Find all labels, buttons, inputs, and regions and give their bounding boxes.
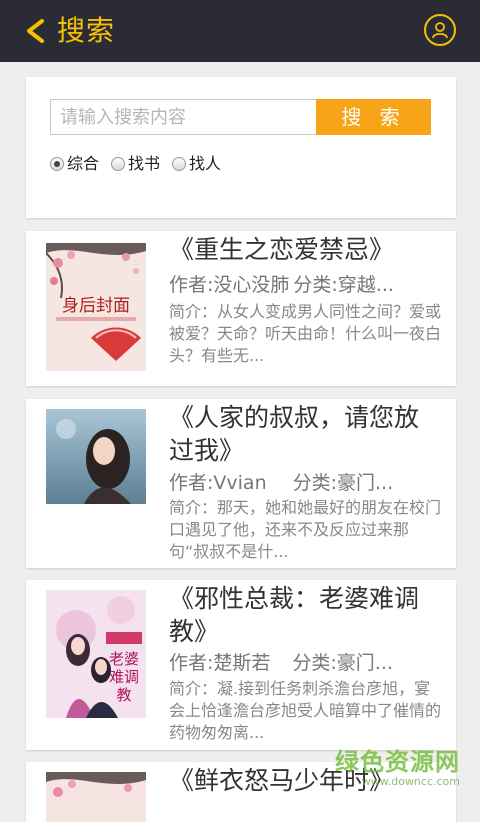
book-meta: 作者:没心没肺 分类:穿越... bbox=[169, 272, 445, 298]
book-description: 简介：从女人变成男人同性之间？爱或被爱？天命？听天由命！什么叫一夜白头？有些无.… bbox=[169, 302, 442, 365]
search-panel: 搜 索 综合 找书 找人 bbox=[26, 77, 456, 218]
radio-unchecked-icon bbox=[111, 157, 126, 171]
search-button[interactable]: 搜 索 bbox=[316, 99, 431, 135]
book-list-item[interactable]: 身后封面 《重生之恋爱禁忌》 作者:没心没肺 分类:穿越... 简介：从女人变成男… bbox=[26, 231, 456, 386]
radio-label: 综合 bbox=[67, 154, 100, 173]
back-button[interactable] bbox=[22, 17, 48, 45]
page-title: 搜索 bbox=[57, 14, 116, 47]
user-icon bbox=[432, 22, 448, 39]
book-cover-title: 身后封面 bbox=[62, 296, 130, 316]
book-category: 分类:豪门... bbox=[292, 472, 394, 494]
book-cover-title: 老婆 bbox=[109, 650, 139, 668]
book-cover-image bbox=[46, 772, 146, 822]
book-title: 《人家的叔叔，请您放过我》 bbox=[169, 403, 420, 465]
search-input[interactable] bbox=[50, 99, 318, 135]
user-profile-button[interactable] bbox=[424, 14, 456, 46]
radio-checked-icon bbox=[50, 157, 64, 171]
watermark: 绿色资源网 www.downcc.com bbox=[335, 748, 460, 788]
book-cover-title: 难调 bbox=[109, 668, 139, 686]
chevron-left-icon bbox=[27, 19, 44, 43]
radio-option-find-person[interactable]: 找人 bbox=[172, 153, 221, 175]
book-meta: 作者:楚斯若 分类:豪门... bbox=[169, 650, 445, 676]
book-author: 作者:没心没肺 bbox=[169, 274, 290, 296]
book-category: 分类:穿越... bbox=[293, 274, 394, 296]
top-bar: 搜索 bbox=[0, 0, 480, 62]
radio-unchecked-icon bbox=[172, 157, 187, 171]
search-type-radio-group: 综合 找书 找人 bbox=[50, 153, 233, 175]
radio-label: 找人 bbox=[189, 154, 222, 173]
book-title: 《邪性总裁：老婆难调教》 bbox=[169, 584, 420, 646]
book-description: 简介：那天，她和她最好的朋友在校门口遇见了他，还来不及反应过来那句“叔叔不是什.… bbox=[169, 498, 442, 561]
book-category: 分类:豪门... bbox=[292, 652, 393, 674]
book-description: 简介：凝.接到任务刺杀澹台彦旭，宴会上恰逢澹台彦旭受人暗算中了催情的药物匆匆离.… bbox=[169, 679, 442, 742]
book-author: 作者:楚斯若 bbox=[169, 652, 271, 674]
book-list-item[interactable]: 老婆 难调 教 《邪性总裁：老婆难调教》 作者:楚斯若 分类:豪门... 简介：凝… bbox=[26, 580, 456, 750]
radio-option-find-book[interactable]: 找书 bbox=[111, 153, 160, 175]
book-author: 作者:Vvian bbox=[169, 472, 267, 494]
radio-option-all[interactable]: 综合 bbox=[50, 153, 99, 175]
radio-label: 找书 bbox=[128, 154, 161, 173]
book-list-item[interactable]: 《人家的叔叔，请您放过我》 作者:Vvian 分类:豪门... 简介：那天，她和她… bbox=[26, 399, 456, 568]
book-cover-image: 身后封面 bbox=[46, 243, 146, 371]
book-title: 《重生之恋爱禁忌》 bbox=[169, 235, 395, 264]
watermark-url: www.downcc.com bbox=[361, 775, 460, 788]
book-cover-title: 教 bbox=[116, 686, 131, 704]
book-meta: 作者:Vvian 分类:豪门... bbox=[169, 470, 445, 496]
book-cover-image bbox=[46, 409, 146, 504]
watermark-title: 绿色资源网 bbox=[335, 748, 460, 776]
book-cover-image: 老婆 难调 教 bbox=[46, 590, 146, 718]
